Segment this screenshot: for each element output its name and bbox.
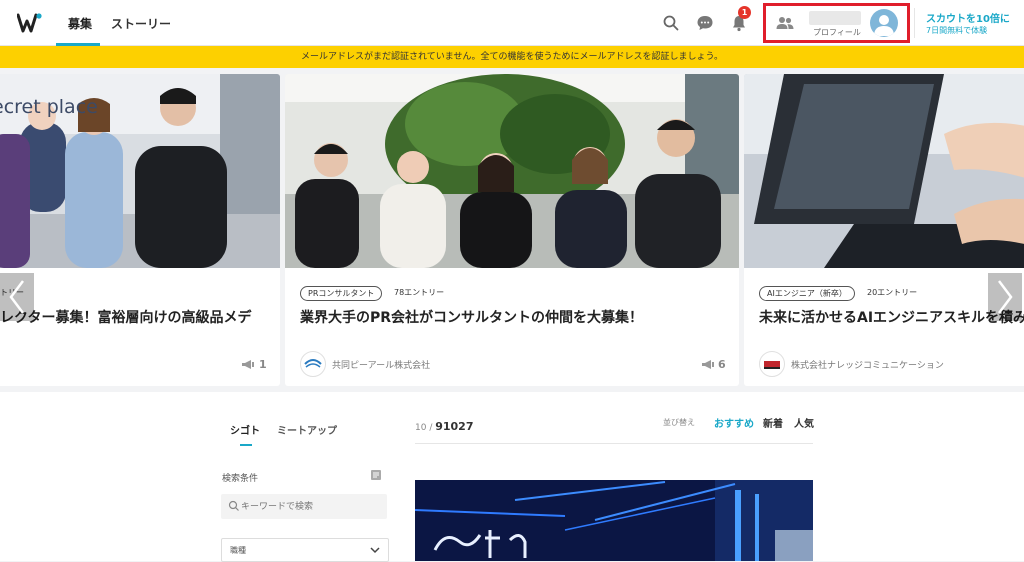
profile-label: プロフィール <box>813 28 861 37</box>
profile-menu[interactable]: プロフィール <box>763 3 910 43</box>
featured-card[interactable]: AIエンジニア（新卒） 20エントリー 未来に活かせるAIエンジニアスキルを積み… <box>744 74 1024 386</box>
profile-name-blurred <box>809 11 861 25</box>
card-title[interactable]: 業界大手のPR会社がコンサルタントの仲間を大募集！ <box>300 307 643 327</box>
card-company[interactable]: 株式会社ナレッジコミュニケーション <box>791 358 944 371</box>
sort-popular[interactable]: 人気 <box>794 415 814 430</box>
card-company[interactable]: 共同ピーアール株式会社 <box>332 358 430 371</box>
chevron-down-icon <box>370 547 380 554</box>
featured-card[interactable]: PRコンサルタント 78エントリー 業界大手のPR会社がコンサルタントの仲間を大… <box>285 74 739 386</box>
card-tag[interactable]: AIエンジニア（新卒） <box>759 286 855 301</box>
keyword-search-input[interactable] <box>221 494 387 519</box>
scout-promo-title[interactable]: スカウトを10倍に <box>926 10 1010 25</box>
megaphone-icon <box>702 360 714 369</box>
list-divider <box>415 443 813 444</box>
job-card-image[interactable] <box>415 480 813 561</box>
chat-icon[interactable] <box>695 13 715 33</box>
sort-newest[interactable]: 新着 <box>763 415 783 430</box>
job-type-select[interactable]: 職種 <box>221 538 389 562</box>
card-image <box>285 74 739 268</box>
card-image: ecret place <box>0 74 280 268</box>
search-icon[interactable] <box>661 13 681 33</box>
notification-badge: 1 <box>738 6 751 19</box>
card-title[interactable]: 未来に活かせるAIエンジニアスキルを積み <box>759 307 1024 327</box>
main-content: シゴト ミートアップ 検索条件 職種 10 / 91027 並び替え おすすめ … <box>0 392 1024 562</box>
company-logo[interactable] <box>759 351 785 377</box>
sort-recommended[interactable]: おすすめ <box>714 415 754 430</box>
company-logo[interactable] <box>300 351 326 377</box>
document-icon[interactable] <box>370 469 382 481</box>
featured-carousel: ecret place トリー レクター募集！富裕層向けの高級品メデ 1 <box>0 68 1024 392</box>
email-verification-banner[interactable]: メールアドレスがまだ認証されていません。全ての機能を使うためにメールアドレスを認… <box>0 46 1024 68</box>
card-entries: 78エントリー <box>394 288 445 297</box>
wantedly-logo[interactable] <box>17 12 43 34</box>
select-label: 職種 <box>230 546 246 555</box>
carousel-next-arrow[interactable] <box>988 273 1022 321</box>
header-divider <box>914 8 915 38</box>
avatar[interactable] <box>870 9 898 37</box>
scout-promo-subtitle[interactable]: 7日間無料で体験 <box>926 25 987 36</box>
sign-text: ecret place <box>0 96 98 118</box>
featured-card[interactable]: ecret place トリー レクター募集！富裕層向けの高級品メデ 1 <box>0 74 280 386</box>
tab-jobs[interactable]: シゴト <box>230 422 260 437</box>
card-image <box>744 74 1024 268</box>
filter-label: 検索条件 <box>222 474 259 484</box>
side-tab-indicator <box>240 444 252 446</box>
people-icon[interactable] <box>776 15 794 31</box>
sort-label: 並び替え <box>663 418 695 427</box>
tab-recruit[interactable]: 募集 <box>68 15 92 32</box>
result-count: 10 / 91027 <box>415 420 474 433</box>
tab-story[interactable]: ストーリー <box>111 15 171 32</box>
card-count: 1 <box>259 358 267 371</box>
megaphone-icon <box>242 360 254 369</box>
search-icon <box>228 500 239 511</box>
carousel-prev-arrow[interactable] <box>0 273 34 321</box>
card-title[interactable]: レクター募集！富裕層向けの高級品メデ <box>0 307 251 327</box>
card-tag[interactable]: PRコンサルタント <box>300 286 383 301</box>
card-entries: 20エントリー <box>867 288 918 297</box>
tab-meetup[interactable]: ミートアップ <box>277 422 337 437</box>
card-count: 6 <box>718 358 726 371</box>
top-header: 募集 ストーリー 1 プロフィール スカウトを10倍に 7日間無料で体験 <box>0 0 1024 46</box>
